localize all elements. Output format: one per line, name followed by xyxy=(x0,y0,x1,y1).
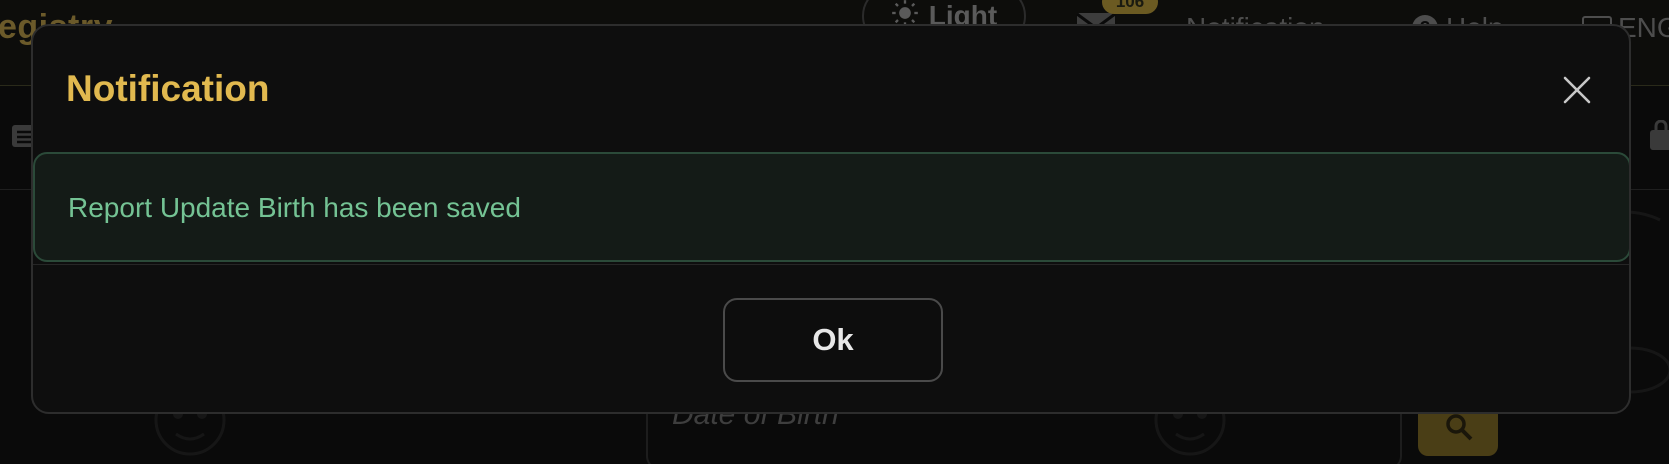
briefcase-icon[interactable] xyxy=(1648,119,1669,152)
ok-button[interactable]: Ok xyxy=(723,298,943,382)
close-button[interactable] xyxy=(1557,70,1597,110)
close-icon xyxy=(1563,76,1591,104)
app-screen: egistry Light 106 Notification ? Help EN… xyxy=(0,0,1669,464)
alert-message: Report Update Birth has been saved xyxy=(68,192,521,223)
mail-count-badge: 106 xyxy=(1102,0,1158,14)
search-icon xyxy=(1446,414,1473,441)
dialog-divider xyxy=(33,264,1629,265)
success-alert: Report Update Birth has been saved xyxy=(33,152,1629,262)
dialog-header: Notification xyxy=(33,26,1629,151)
notification-dialog: Notification Report Update Birth has bee… xyxy=(31,24,1631,414)
dialog-title: Notification xyxy=(66,68,270,109)
